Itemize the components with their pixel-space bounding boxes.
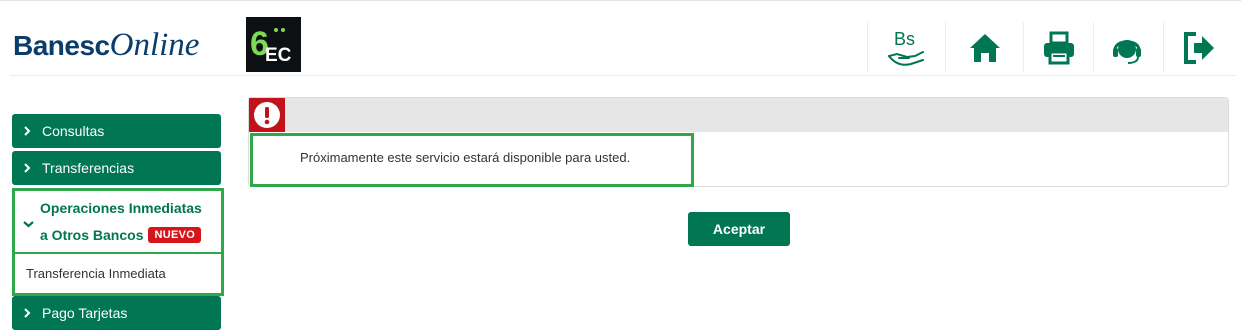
sidebar-item-consultas[interactable]: Consultas <box>12 114 221 148</box>
logo-text-online: Online <box>109 27 200 63</box>
sidebar-item-label-line2-text: a Otros Bancos <box>40 227 144 243</box>
sidebar-item-label: Consultas <box>42 123 105 139</box>
logout-icon[interactable] <box>1161 22 1237 74</box>
sidebar-submenu-divider <box>15 252 221 254</box>
top-border <box>0 0 1241 1</box>
sidebar-item-transferencias[interactable]: Transferencias <box>12 151 221 185</box>
anniversary-badge-graphic: 6 EC <box>250 25 292 66</box>
sidebar-item-label-line1: Operaciones Inmediatas <box>40 200 202 216</box>
sidebar-item-label: Transferencias <box>42 160 135 176</box>
new-badge: NUEVO <box>148 227 202 243</box>
icon-separator <box>867 22 868 72</box>
badge-text: EC <box>265 45 292 66</box>
message-panel-header <box>249 98 1228 132</box>
sidebar-item-label: Pago Tarjetas <box>42 305 128 321</box>
sidebar-item-operaciones-inmediatas: Operaciones Inmediatas a Otros Bancos NU… <box>12 188 224 296</box>
currency-bs-icon[interactable]: Bs <box>869 22 945 74</box>
submenu-item-transferencia-inmediata[interactable]: Transferencia Inmediata <box>26 266 166 281</box>
chevron-right-icon <box>12 126 42 136</box>
alert-icon <box>249 98 285 132</box>
home-icon[interactable] <box>947 22 1023 74</box>
support-headset-icon[interactable] <box>1089 22 1165 74</box>
print-icon[interactable] <box>1021 22 1097 74</box>
sidebar-item-pago-tarjetas[interactable]: Pago Tarjetas <box>12 296 221 330</box>
accept-button[interactable]: Aceptar <box>688 212 790 246</box>
chevron-right-icon <box>12 163 42 173</box>
logo-text-banesco: Banesc <box>13 30 110 61</box>
sidebar-item-label-line2: a Otros Bancos NUEVO <box>40 227 202 243</box>
anniversary-badge: 6 EC <box>246 17 301 72</box>
header-divider <box>10 75 1236 76</box>
message-text: Próximamente este servicio estará dispon… <box>300 150 631 165</box>
currency-bs-label: Bs <box>894 29 915 49</box>
sidebar-expanded-header[interactable]: Operaciones Inmediatas a Otros Bancos NU… <box>15 191 221 252</box>
banesco-online-logo[interactable]: Banesc Online <box>13 27 199 67</box>
chevron-right-icon <box>12 308 42 318</box>
icon-separator <box>945 22 946 72</box>
chevron-down-icon <box>23 216 34 234</box>
